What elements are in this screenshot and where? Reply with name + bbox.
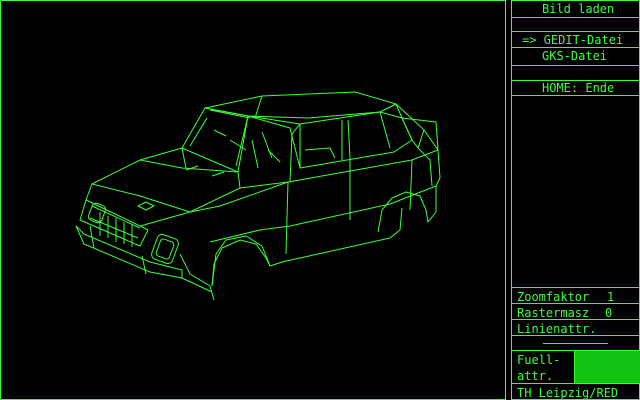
raster-label[interactable]: Rastermasz [517,306,589,320]
drawing-area-frame [0,0,506,400]
fill-color-swatch[interactable] [575,351,640,383]
menu-title: Bild laden [542,2,615,16]
raster-value: 0 [605,306,613,320]
footer-credit: TH Leipzig/RED [517,386,619,400]
zoom-label[interactable]: Zoomfaktor [517,290,589,304]
fill-attr-label-line1[interactable]: Fuell- [517,353,560,367]
car-wireframe-drawing [75,91,441,301]
menu-item-gedit-file[interactable]: => GEDIT-Datei [522,33,623,47]
zoom-value: 1 [607,290,615,304]
menu-item-home-exit[interactable]: HOME: Ende [542,81,614,95]
line-attr-label[interactable]: Linienattr. [517,322,596,336]
fill-attr-label-line2[interactable]: attr. [517,369,553,383]
menu-item-gks-file[interactable]: GKS-Datei [542,49,607,63]
